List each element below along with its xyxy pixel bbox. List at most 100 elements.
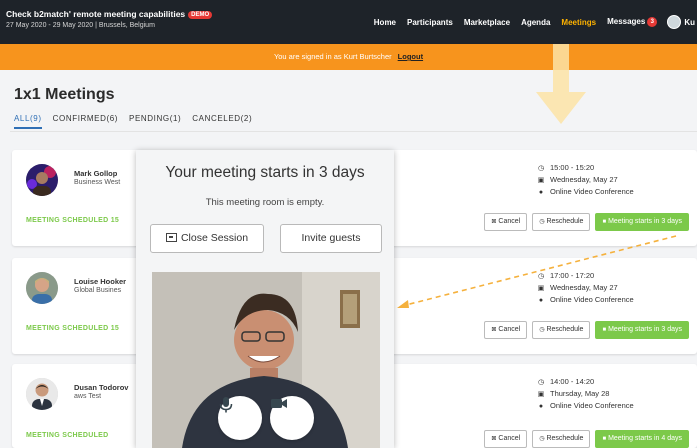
map-pin-icon: ●: [538, 403, 544, 410]
video-camera-icon: ■: [602, 327, 607, 333]
tabs-divider: [10, 131, 697, 132]
event-subtitle: 27 May 2020 - 29 May 2020 | Brussels, Be…: [6, 22, 155, 29]
page-title: 1x1 Meetings: [14, 86, 115, 103]
meeting-actions: ⊠ Cancel ◷ Reschedule ■ Meeting starts in 4…: [479, 430, 689, 448]
camera-button[interactable]: [270, 396, 314, 440]
meeting-details: ◷ 15:00 - 15:20 ▣ Wednesday, May 27 ● Onlin…: [536, 162, 634, 198]
nav-item-participants[interactable]: Participants: [407, 18, 453, 27]
reschedule-icon: ◷: [539, 327, 545, 333]
tab-canceled[interactable]: CANCELED(2): [192, 114, 252, 129]
invite-guests-label: Invite guests: [301, 232, 361, 244]
meeting-location: Online Video Conference: [550, 401, 634, 410]
reschedule-button[interactable]: ◷ Reschedule: [532, 430, 591, 448]
cancel-label: Cancel: [498, 326, 521, 333]
person-name[interactable]: Mark Gollop: [74, 169, 117, 178]
reschedule-label: Reschedule: [546, 435, 584, 442]
meeting-tabs: ALL(9) CONFIRMED(6) PENDING(1) CANCELED(…: [14, 114, 263, 129]
meeting-time: 17:00 - 17:20: [550, 271, 595, 280]
video-camera-icon: ■: [602, 219, 607, 225]
video-preview: [152, 272, 380, 448]
meeting-countdown-title: Your meeting starts in 3 days: [165, 164, 365, 181]
meeting-time: 14:00 - 14:20: [550, 377, 595, 386]
cancel-icon: ⊠: [491, 327, 497, 333]
nav-item-home[interactable]: Home: [374, 18, 396, 27]
meeting-date: Wednesday, May 27: [550, 175, 618, 184]
video-feed-image: [152, 272, 380, 448]
join-meeting-button[interactable]: ■ Meeting starts in 4 days: [595, 430, 689, 448]
nav-item-marketplace[interactable]: Marketplace: [464, 18, 510, 27]
person-organization: aws Test: [74, 393, 102, 400]
reschedule-label: Reschedule: [546, 218, 584, 225]
avatar-photo: [26, 272, 58, 304]
close-session-label: Close Session: [180, 232, 249, 244]
invite-guests-button[interactable]: Invite guests: [280, 224, 382, 253]
join-meeting-button[interactable]: ■ Meeting starts in 3 days: [595, 213, 689, 231]
map-pin-icon: ●: [538, 297, 544, 304]
close-session-icon: [165, 233, 177, 242]
top-navbar: Check b2match' remote meeting capabiliti…: [0, 0, 697, 44]
nav-item-messages[interactable]: Messages 3: [607, 17, 658, 27]
cancel-label: Cancel: [498, 435, 521, 442]
video-camera-icon: ■: [602, 436, 607, 442]
person-name[interactable]: Dusan Todorov: [74, 383, 128, 392]
meeting-location: Online Video Conference: [550, 187, 634, 196]
camera-icon: [271, 399, 287, 408]
avatar-photo: [26, 164, 58, 196]
main-nav: Home Participants Marketplace Agenda Mee…: [363, 0, 697, 44]
join-meeting-label: Meeting starts in 4 days: [608, 435, 682, 442]
cancel-icon: ⊠: [491, 436, 497, 442]
meeting-status: MEETING SCHEDULED: [26, 432, 109, 439]
meeting-status: MEETING SCHEDULED 15: [26, 217, 120, 224]
join-meeting-button[interactable]: ■ Meeting starts in 3 days: [595, 321, 689, 339]
person-name[interactable]: Louise Hooker: [74, 277, 126, 286]
avatar[interactable]: [26, 164, 58, 196]
user-avatar[interactable]: [667, 15, 682, 29]
reschedule-icon: ◷: [539, 219, 545, 225]
microphone-button[interactable]: [218, 396, 262, 440]
close-session-button[interactable]: Close Session: [150, 224, 264, 253]
meeting-details: ◷ 17:00 - 17:20 ▣ Wednesday, May 27 ● Onlin…: [536, 270, 634, 306]
tab-all[interactable]: ALL(9): [14, 114, 42, 129]
reschedule-icon: ◷: [539, 436, 545, 442]
logout-link[interactable]: Logout: [398, 52, 423, 61]
person-organization: Business West: [74, 179, 121, 186]
person-organization: Global Busines: [74, 287, 122, 294]
meeting-date: Thursday, May 28: [550, 389, 610, 398]
tab-confirmed[interactable]: CONFIRMED(6): [53, 114, 118, 129]
meeting-status: MEETING SCHEDULED 15: [26, 325, 120, 332]
event-brand[interactable]: Check b2match' remote meeting capabiliti…: [6, 9, 213, 29]
demo-badge: DEMO: [188, 11, 213, 19]
nav-item-meetings[interactable]: Meetings: [561, 18, 596, 27]
event-title-text: Check b2match' remote meeting capabiliti…: [6, 9, 186, 19]
event-title: Check b2match' remote meeting capabiliti…: [6, 9, 213, 19]
cancel-button[interactable]: ⊠ Cancel: [484, 430, 528, 448]
messages-badge: 3: [647, 17, 658, 27]
cancel-icon: ⊠: [491, 219, 497, 225]
meeting-room-panel: Your meeting starts in 3 days This meeti…: [136, 150, 394, 448]
cancel-button[interactable]: ⊠ Cancel: [484, 321, 528, 339]
meeting-details: ◷ 14:00 - 14:20 ▣ Thursday, May 28 ● Online…: [536, 376, 634, 412]
reschedule-button[interactable]: ◷ Reschedule: [532, 321, 591, 339]
meeting-time: 15:00 - 15:20: [550, 163, 595, 172]
tab-pending[interactable]: PENDING(1): [129, 114, 181, 129]
meeting-date: Wednesday, May 27: [550, 283, 618, 292]
meeting-actions: ⊠ Cancel ◷ Reschedule ■ Meeting starts in 3…: [479, 321, 689, 339]
avatar[interactable]: [26, 272, 58, 304]
avatar[interactable]: [26, 378, 58, 410]
avatar-photo: [26, 378, 58, 410]
microphone-icon: [219, 397, 233, 413]
join-meeting-label: Meeting starts in 3 days: [608, 218, 682, 225]
join-meeting-label: Meeting starts in 3 days: [608, 326, 682, 333]
nav-item-messages-label: Messages: [607, 17, 646, 26]
cancel-label: Cancel: [498, 218, 521, 225]
meeting-location: Online Video Conference: [550, 295, 634, 304]
reschedule-label: Reschedule: [546, 326, 584, 333]
room-empty-text: This meeting room is empty.: [205, 197, 325, 208]
signed-in-banner: You are signed in as Kurt Burtscher Logou…: [0, 44, 697, 70]
reschedule-button[interactable]: ◷ Reschedule: [532, 213, 591, 231]
user-menu-label[interactable]: Ku: [684, 18, 695, 27]
cancel-button[interactable]: ⊠ Cancel: [484, 213, 528, 231]
meeting-actions: ⊠ Cancel ◷ Reschedule ■ Meeting starts in 3…: [479, 213, 689, 231]
map-pin-icon: ●: [538, 189, 544, 196]
nav-item-agenda[interactable]: Agenda: [521, 18, 550, 27]
